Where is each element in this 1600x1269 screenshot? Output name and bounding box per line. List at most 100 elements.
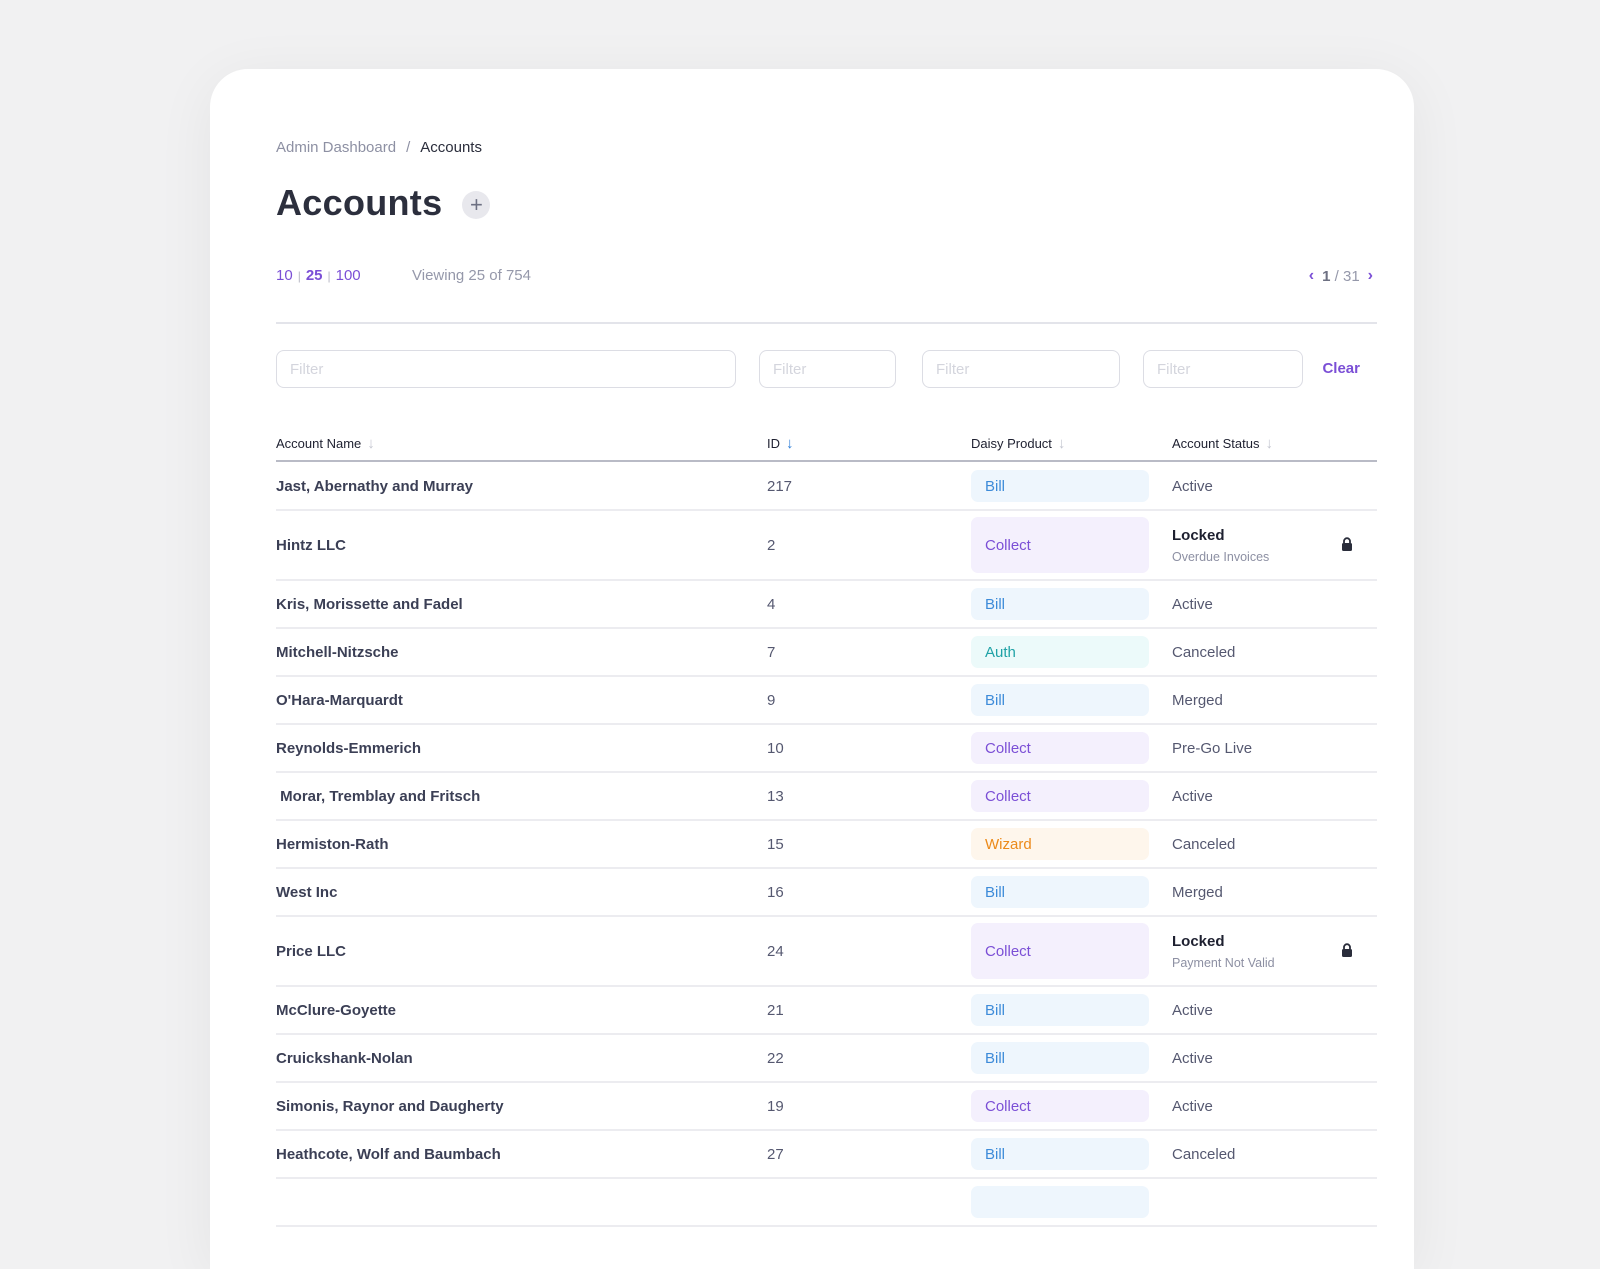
status-label: Locked xyxy=(1172,932,1225,950)
table-row[interactable]: Simonis, Raynor and Daugherty 19 Collect Ac… xyxy=(276,1083,1377,1131)
product-cell: Bill xyxy=(971,677,1149,723)
table-row[interactable]: Jast, Abernathy and Murray 217 Bill Active xyxy=(276,463,1377,511)
page-size-10[interactable]: 10 xyxy=(276,267,293,284)
account-id: 4 xyxy=(767,595,776,613)
status-cell: Canceled xyxy=(1172,1131,1235,1177)
accounts-card: Admin Dashboard / Accounts Accounts + 10 | 2… xyxy=(210,69,1414,1269)
account-name[interactable]: Hermiston-Rath xyxy=(276,821,389,867)
product-badge: Wizard xyxy=(971,828,1149,860)
status-label: Merged xyxy=(1172,883,1223,901)
column-header-account-name[interactable]: Account Name ↓ xyxy=(276,435,375,452)
status-label: Active xyxy=(1172,787,1213,805)
breadcrumb-admin-dashboard[interactable]: Admin Dashboard xyxy=(276,139,396,156)
account-id: 21 xyxy=(767,1001,784,1019)
account-id: 15 xyxy=(767,835,784,853)
product-cell: Collect xyxy=(971,1083,1149,1129)
table-row[interactable]: Hintz LLC 2 Collect Locked Overdue Invoices xyxy=(276,511,1377,581)
account-name[interactable]: Cruickshank-Nolan xyxy=(276,1035,413,1081)
chevron-right-icon[interactable]: › xyxy=(1368,267,1373,285)
account-id: 9 xyxy=(767,691,776,709)
page-size-100[interactable]: 100 xyxy=(336,267,361,284)
chevron-left-icon[interactable]: ‹ xyxy=(1309,267,1314,285)
status-cell: Active xyxy=(1172,463,1213,509)
table-row[interactable]: West Inc 16 Bill Merged xyxy=(276,869,1377,917)
account-id: 19 xyxy=(767,1097,784,1115)
account-status-filter-input[interactable] xyxy=(1143,350,1303,388)
status-cell: Active xyxy=(1172,1083,1213,1129)
table-row[interactable]: Kris, Morissette and Fadel 4 Bill Active xyxy=(276,581,1377,629)
column-header-account-status[interactable]: Account Status ↓ xyxy=(1172,435,1273,452)
product-badge: Bill xyxy=(971,876,1149,908)
product-cell: Collect xyxy=(971,773,1149,819)
table-row[interactable]: Heathcote, Wolf and Baumbach 27 Bill Cancel… xyxy=(276,1131,1377,1179)
account-name[interactable]: McClure-Goyette xyxy=(276,987,396,1033)
page-size-selector: 10 | 25 | 100 xyxy=(276,267,361,284)
table-row[interactable]: O'Hara-Marquardt 9 Bill Merged xyxy=(276,677,1377,725)
account-id: 24 xyxy=(767,942,784,960)
product-badge: Bill xyxy=(971,684,1149,716)
status-cell: Locked Overdue Invoices xyxy=(1172,511,1269,579)
status-cell: Active xyxy=(1172,987,1213,1033)
breadcrumb-current: Accounts xyxy=(420,139,482,156)
account-name[interactable]: Mitchell-Nitzsche xyxy=(276,629,399,675)
product-badge: Auth xyxy=(971,636,1149,668)
filter-row: Clear xyxy=(276,350,1377,392)
product-badge: Bill xyxy=(971,588,1149,620)
product-cell: Wizard xyxy=(971,821,1149,867)
status-label: Canceled xyxy=(1172,835,1236,853)
account-name[interactable]: Heathcote, Wolf and Baumbach xyxy=(276,1131,501,1177)
product-badge: Bill xyxy=(971,994,1149,1026)
table-row[interactable]: Reynolds-Emmerich 10 Collect Pre-Go Live xyxy=(276,725,1377,773)
account-name-filter-input[interactable] xyxy=(276,350,736,388)
table-row[interactable]: Morar, Tremblay and Fritsch 13 Collect Acti… xyxy=(276,773,1377,821)
page-title: Accounts xyxy=(276,182,443,223)
id-filter-input[interactable] xyxy=(759,350,896,388)
account-name[interactable]: West Inc xyxy=(276,869,337,915)
table-row[interactable]: Cruickshank-Nolan 22 Bill Active xyxy=(276,1035,1377,1083)
account-name[interactable]: Simonis, Raynor and Daugherty xyxy=(276,1083,504,1129)
column-header-daisy-product[interactable]: Daisy Product ↓ xyxy=(971,435,1065,452)
account-name[interactable]: Hintz LLC xyxy=(276,511,346,579)
table-row[interactable]: McClure-Goyette 21 Bill Active xyxy=(276,987,1377,1035)
account-name[interactable]: Reynolds-Emmerich xyxy=(276,725,421,771)
status-label: Active xyxy=(1172,1001,1213,1019)
status-cell: Active xyxy=(1172,773,1213,819)
table-row[interactable]: Mitchell-Nitzsche 7 Auth Canceled xyxy=(276,629,1377,677)
account-name[interactable]: O'Hara-Marquardt xyxy=(276,677,403,723)
account-name[interactable]: Price LLC xyxy=(276,917,346,985)
account-name[interactable]: Morar, Tremblay and Fritsch xyxy=(276,773,480,819)
product-badge: Bill xyxy=(971,470,1149,502)
column-label: Daisy Product xyxy=(971,436,1052,451)
add-account-button[interactable]: + xyxy=(462,191,491,219)
column-label: Account Name xyxy=(276,436,362,451)
page-size-separator: | xyxy=(327,269,331,283)
product-badge: Bill xyxy=(971,1042,1149,1074)
product-cell: Collect xyxy=(971,511,1149,579)
lock-icon xyxy=(1341,943,1353,957)
account-name[interactable]: Kris, Morissette and Fadel xyxy=(276,581,463,627)
column-header-id[interactable]: ID ↓ xyxy=(767,435,794,452)
page-size-25[interactable]: 25 xyxy=(306,267,323,284)
product-cell: Auth xyxy=(971,629,1149,675)
account-name[interactable]: Jast, Abernathy and Murray xyxy=(276,463,473,509)
product-badge: Collect xyxy=(971,780,1149,812)
product-badge: Collect xyxy=(971,517,1149,573)
status-detail: Payment Not Valid xyxy=(1172,955,1275,970)
daisy-product-filter-input[interactable] xyxy=(922,350,1120,388)
clear-filters-button[interactable]: Clear xyxy=(1322,360,1360,377)
status-cell: Merged xyxy=(1172,869,1223,915)
column-label: ID xyxy=(767,436,780,451)
account-id: 2 xyxy=(767,536,776,554)
status-cell: Active xyxy=(1172,581,1213,627)
table-row[interactable]: Price LLC 24 Collect Locked Payment Not Vali… xyxy=(276,917,1377,987)
product-cell: Bill xyxy=(971,581,1149,627)
sort-arrow-icon: ↓ xyxy=(367,435,375,452)
status-cell: Canceled xyxy=(1172,821,1235,867)
status-label: Canceled xyxy=(1172,643,1236,661)
table-row[interactable]: Hermiston-Rath 15 Wizard Canceled xyxy=(276,821,1377,869)
product-badge: Collect xyxy=(971,1090,1149,1122)
status-label: Locked xyxy=(1172,526,1225,544)
page-separator: / xyxy=(1334,267,1339,285)
account-id: 27 xyxy=(767,1145,784,1163)
total-pages: 31 xyxy=(1342,267,1360,285)
